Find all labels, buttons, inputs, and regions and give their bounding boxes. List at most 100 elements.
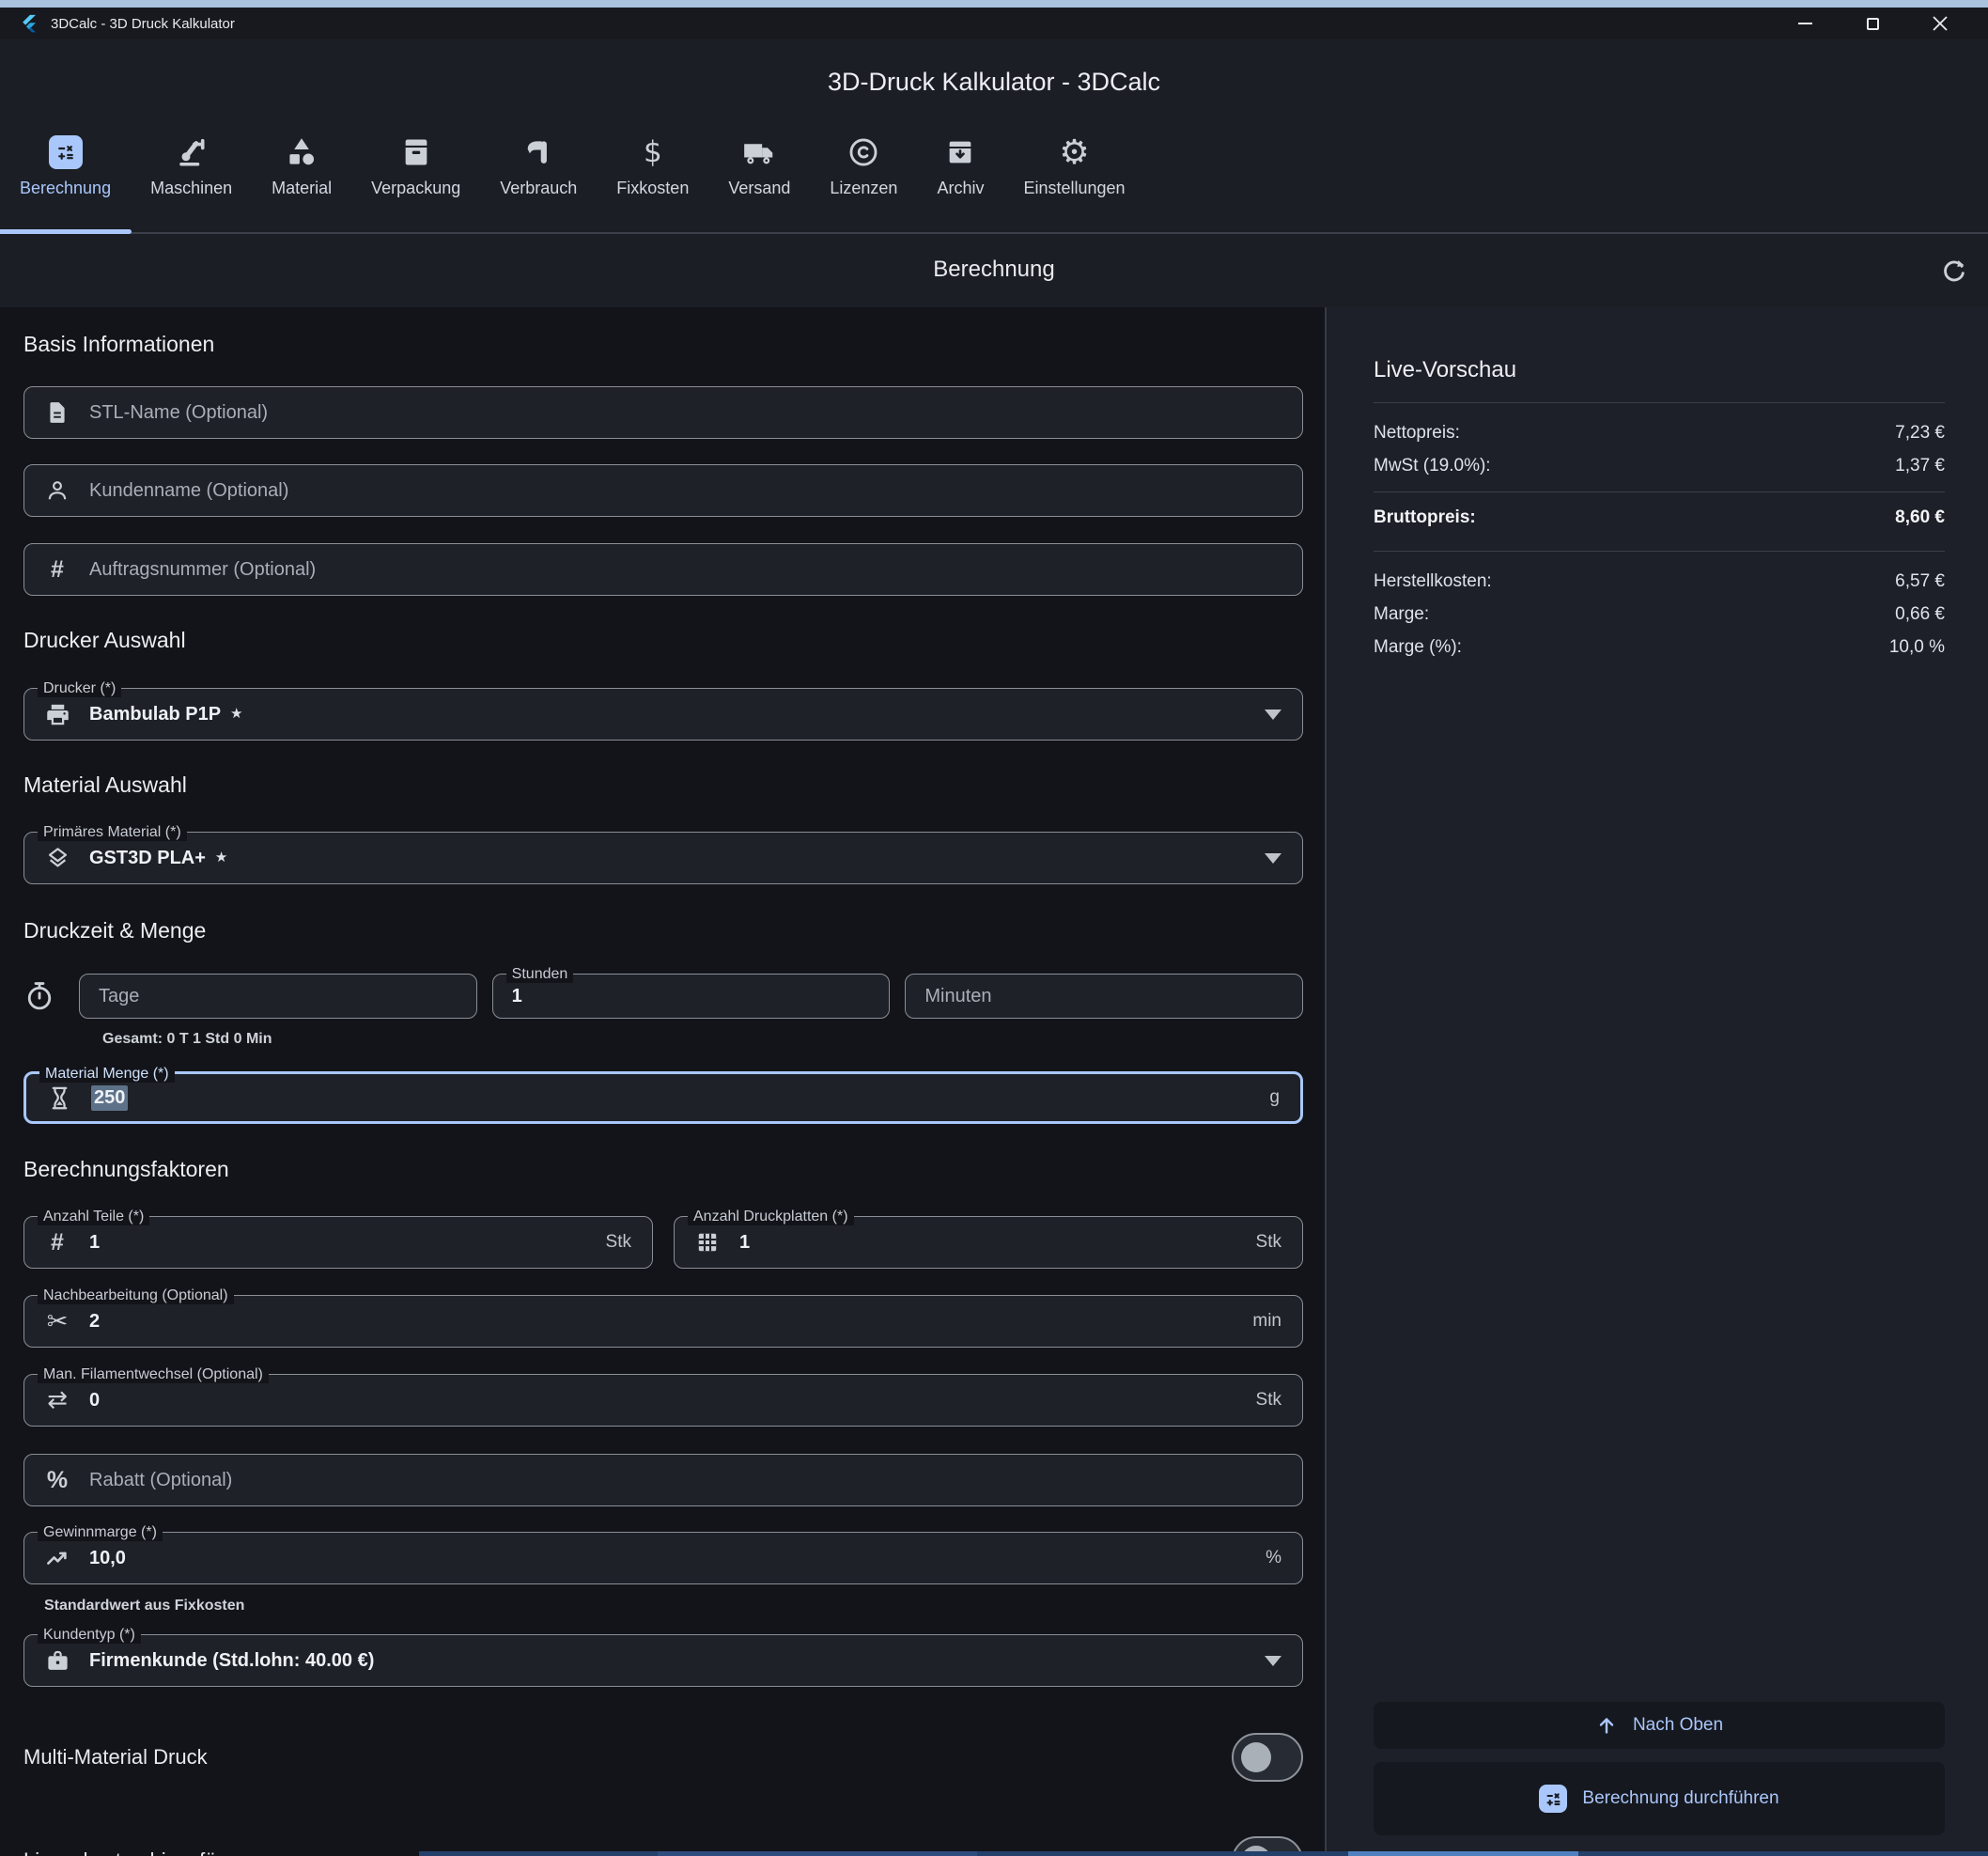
rabatt-field[interactable]: % — [23, 1454, 1303, 1506]
gewinnmarge-input[interactable] — [89, 1548, 1254, 1569]
grid-icon — [693, 1230, 722, 1255]
document-icon — [43, 400, 71, 425]
print-time-row: Stunden — [23, 974, 1303, 1019]
kundenname-input[interactable] — [89, 480, 1281, 502]
gear-icon: ⚙ — [1054, 134, 1095, 170]
anzahl-teile-field[interactable]: Anzahl Teile (*) # Stk — [23, 1216, 653, 1269]
row-value: 8,60 € — [1895, 507, 1945, 528]
tab-lizenzen[interactable]: Lizenzen — [810, 134, 917, 198]
scroll-top-label: Nach Oben — [1633, 1715, 1723, 1736]
tab-label: Einstellungen — [1023, 179, 1125, 198]
calculate-button[interactable]: Berechnung durchführen — [1374, 1762, 1945, 1835]
hourglass-icon — [45, 1085, 73, 1111]
window-top-border — [0, 0, 1988, 8]
tab-material[interactable]: Material — [252, 134, 351, 198]
chevron-down-icon — [1265, 710, 1281, 720]
auftragsnummer-input[interactable] — [89, 559, 1281, 581]
material-value: GST3D PLA+ — [89, 848, 206, 869]
rabatt-input[interactable] — [89, 1470, 1281, 1491]
nachbearbeitung-input[interactable] — [89, 1311, 1241, 1333]
multi-material-toggle[interactable] — [1232, 1733, 1303, 1782]
kundenname-field[interactable] — [23, 464, 1303, 517]
tab-einstellungen[interactable]: ⚙ Einstellungen — [1003, 134, 1144, 198]
stl-name-input[interactable] — [89, 402, 1281, 424]
divider — [1374, 402, 1945, 403]
taskbar-sliver-light — [658, 1851, 977, 1856]
tab-label: Fixkosten — [616, 179, 689, 198]
tab-archiv[interactable]: Archiv — [917, 134, 1003, 198]
minuten-input[interactable] — [924, 986, 1281, 1007]
drucker-select[interactable]: Drucker (*) Bambulab P1P ★ — [23, 688, 1303, 741]
stunden-input[interactable] — [512, 986, 869, 1007]
gewinnmarge-label: Gewinnmarge (*) — [38, 1524, 163, 1541]
calculation-form: Basis Informationen # — [0, 307, 1325, 1856]
kundentyp-value: Firmenkunde (Std.lohn: 40.00 €) — [89, 1650, 374, 1672]
partial-row-label: Lizenzkosten hinzufügen — [23, 1848, 251, 1856]
row-label: MwSt (19.0%): — [1374, 456, 1491, 476]
filamentwechsel-label: Man. Filamentwechsel (Optional) — [38, 1366, 269, 1383]
person-icon — [43, 478, 71, 503]
stunden-field[interactable]: Stunden — [492, 974, 891, 1019]
tage-input[interactable] — [99, 986, 456, 1007]
window-title: 3DCalc - 3D Druck Kalkulator — [51, 16, 235, 32]
scroll-top-button[interactable]: Nach Oben — [1374, 1702, 1945, 1749]
drucker-value: Bambulab P1P — [89, 704, 221, 725]
kundentyp-label: Kundentyp (*) — [38, 1627, 141, 1644]
favorite-star-icon: ★ — [230, 705, 242, 722]
nachbearbeitung-label: Nachbearbeitung (Optional) — [38, 1287, 234, 1304]
maximize-button[interactable] — [1851, 9, 1894, 38]
page-title: Berechnung — [0, 234, 1988, 305]
nachbearbeitung-field[interactable]: Nachbearbeitung (Optional) ✂ min — [23, 1295, 1303, 1348]
preview-row-marge-prozent: Marge (%): 10,0 % — [1374, 631, 1945, 663]
anzahl-druckplatten-input[interactable] — [739, 1232, 1245, 1254]
minimize-button[interactable] — [1783, 9, 1826, 38]
tab-label: Lizenzen — [830, 179, 897, 198]
taskbar-sliver-bright — [1348, 1851, 1578, 1856]
multi-material-label: Multi-Material Druck — [23, 1745, 208, 1770]
briefcase-icon — [43, 1648, 71, 1674]
minuten-field[interactable] — [905, 974, 1303, 1019]
row-label: Herstellkosten: — [1374, 571, 1492, 592]
arrow-up-icon — [1595, 1714, 1618, 1737]
anzahl-teile-input[interactable] — [89, 1232, 595, 1254]
refresh-icon[interactable] — [1935, 253, 1973, 290]
anzahl-druckplatten-field[interactable]: Anzahl Druckplatten (*) Stk — [674, 1216, 1303, 1269]
tab-label: Maschinen — [150, 179, 232, 198]
filamentwechsel-input[interactable] — [89, 1390, 1245, 1411]
platten-unit: Stk — [1245, 1232, 1281, 1253]
row-label: Nettopreis: — [1374, 423, 1460, 444]
preview-title: Live-Vorschau — [1374, 357, 1945, 383]
teile-unit: Stk — [595, 1232, 631, 1253]
tab-versand[interactable]: Versand — [708, 134, 810, 198]
row-value: 10,0 % — [1889, 637, 1945, 658]
preview-row-herstellkosten: Herstellkosten: 6,57 € — [1374, 565, 1945, 598]
tab-verbrauch[interactable]: Verbrauch — [480, 134, 597, 198]
filamentwechsel-field[interactable]: Man. Filamentwechsel (Optional) ⇄ Stk — [23, 1374, 1303, 1427]
tage-field[interactable] — [79, 974, 477, 1019]
anzahl-druckplatten-label: Anzahl Druckplatten (*) — [688, 1209, 854, 1225]
material-menge-value[interactable]: 250 — [91, 1085, 128, 1111]
auftragsnummer-field[interactable]: # — [23, 543, 1303, 596]
page-head: Berechnung — [0, 234, 1988, 308]
tab-label: Berechnung — [20, 179, 111, 198]
tab-verpackung[interactable]: Verpackung — [351, 134, 480, 198]
close-button[interactable] — [1918, 9, 1962, 38]
row-value: 0,66 € — [1895, 604, 1945, 625]
tab-maschinen[interactable]: Maschinen — [131, 134, 252, 198]
material-menge-field[interactable]: Material Menge (*) 250 g — [23, 1071, 1303, 1124]
chevron-down-icon — [1265, 853, 1281, 864]
row-label: Marge (%): — [1374, 637, 1462, 658]
taskbar-sliver — [419, 1851, 1988, 1856]
section-basis: Basis Informationen — [23, 332, 1303, 357]
section-faktoren: Berechnungsfaktoren — [23, 1157, 1303, 1182]
gewinnmarge-field[interactable]: Gewinnmarge (*) % — [23, 1532, 1303, 1584]
multi-material-row: Multi-Material Druck — [23, 1733, 1303, 1782]
tab-berechnung[interactable]: Berechnung — [0, 134, 131, 198]
tab-label: Material — [272, 179, 332, 198]
material-select[interactable]: Primäres Material (*) GST3D PLA+ ★ — [23, 832, 1303, 884]
stl-name-field[interactable] — [23, 386, 1303, 439]
trending-up-icon — [43, 1546, 71, 1571]
tab-fixkosten[interactable]: $ Fixkosten — [597, 134, 708, 198]
kundentyp-select[interactable]: Kundentyp (*) Firmenkunde (Std.lohn: 40.… — [23, 1634, 1303, 1687]
row-label: Marge: — [1374, 604, 1429, 625]
